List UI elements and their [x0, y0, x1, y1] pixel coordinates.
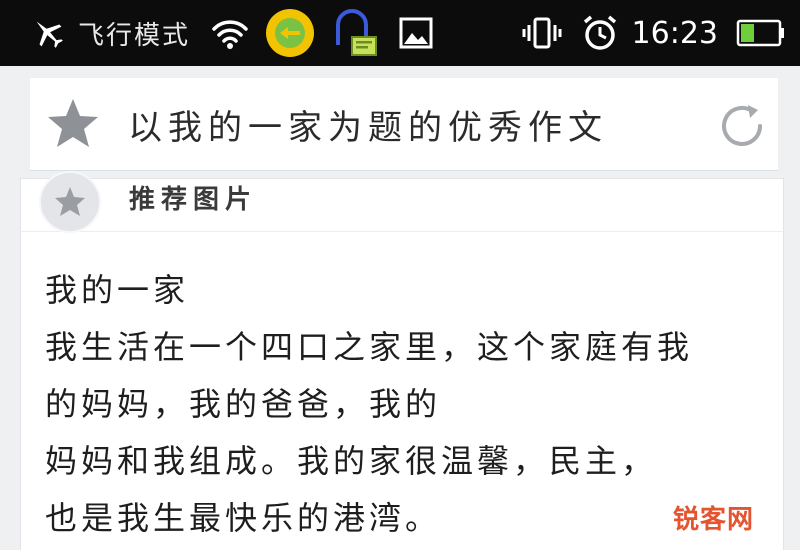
post-line: 的妈妈，我的爸爸，我的 — [45, 385, 442, 423]
star-icon[interactable] — [44, 95, 102, 153]
battery-icon — [736, 18, 786, 48]
refresh-icon[interactable] — [714, 98, 770, 154]
airplane-mode-label: 飞行模式 — [78, 20, 191, 51]
post-header: 推荐图片 — [21, 171, 783, 233]
avatar-star-icon — [53, 185, 87, 219]
post-line: 妈妈和我组成。我的家很温馨，民主， — [45, 442, 658, 480]
notification-icon — [328, 5, 380, 61]
post-card: 推荐图片 我的一家 我生活在一个四口之家里，这个家庭有我 的妈妈，我的爸爸，我的… — [20, 171, 784, 550]
alarm-icon — [580, 13, 620, 53]
app-badge-icon — [264, 7, 316, 59]
post-line-title: 我的一家 — [45, 271, 190, 309]
search-bar[interactable]: 以我的一家为题的优秀作文 — [30, 78, 778, 171]
post-body: 我的一家 我生活在一个四口之家里，这个家庭有我 的妈妈，我的爸爸，我的 妈妈和我… — [21, 232, 783, 547]
status-bar-left: 飞行模式 — [0, 0, 434, 66]
search-query-text[interactable]: 以我的一家为题的优秀作文 — [128, 100, 608, 149]
gallery-icon — [398, 15, 434, 51]
status-bar: 飞行模式 16:23 — [0, 0, 800, 66]
wifi-icon — [210, 13, 250, 53]
status-bar-right: 16:23 — [522, 0, 786, 66]
avatar[interactable] — [39, 171, 101, 233]
clock-time: 16:23 — [631, 15, 718, 51]
vibrate-icon — [522, 13, 562, 53]
post-line: 我生活在一个四口之家里，这个家庭有我 — [45, 328, 694, 366]
watermark: 锐客网 — [672, 505, 754, 535]
screen: 飞行模式 16:23 以我的一家为题的优秀作文 推荐图片 我的一家 我生活在一个… — [0, 0, 800, 550]
airplane-icon — [28, 13, 68, 53]
author-name[interactable]: 推荐图片 — [129, 179, 257, 216]
